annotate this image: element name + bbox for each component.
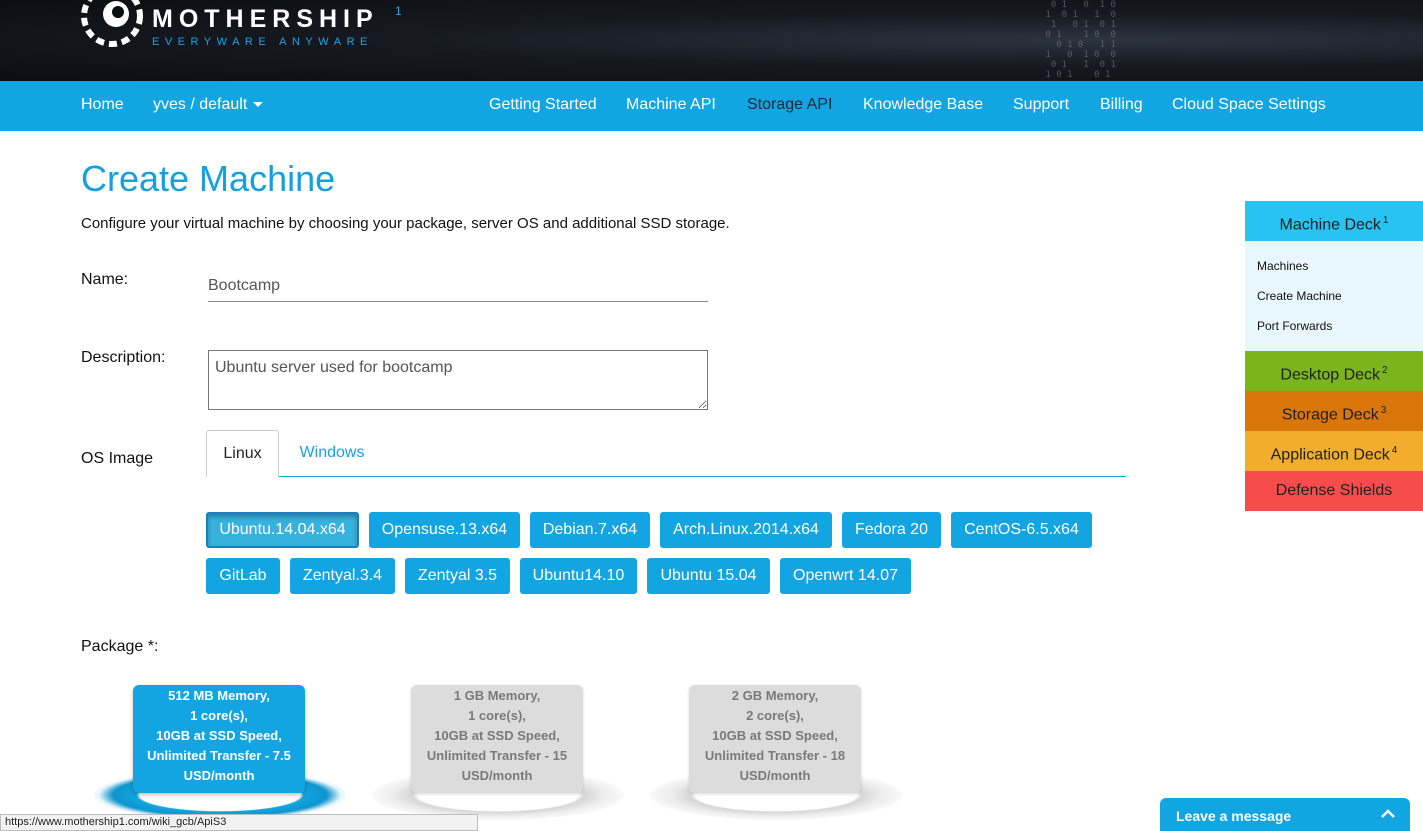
- brand-superscript: 1: [395, 4, 402, 18]
- header-banner: MOTHERSHIP 1 EVERYWARE ANYWARE 0 1 0 1 0…: [0, 0, 1423, 81]
- os-image-label: OS Image: [81, 450, 154, 467]
- description-label: Description:: [81, 349, 166, 366]
- brand-tagline: EVERYWARE ANYWARE: [152, 36, 373, 48]
- os-button-ubuntu-14-10[interactable]: Ubuntu14.10: [520, 558, 637, 594]
- os-button-zentyal-3-5[interactable]: Zentyal 3.5: [405, 558, 510, 594]
- package-label: Package *:: [81, 638, 159, 655]
- package-line: 2 GB Memory,: [731, 688, 819, 703]
- os-button-ubuntu-14-04[interactable]: Ubuntu.14.04.x64: [206, 512, 359, 548]
- package-line: 10GB at SSD Speed,: [712, 728, 838, 743]
- nav-support[interactable]: Support: [1013, 96, 1069, 114]
- os-button-opensuse-13[interactable]: Opensuse.13.x64: [369, 512, 520, 548]
- deck-label: Desktop Deck: [1280, 366, 1381, 384]
- nav-account-dropdown[interactable]: yves / default: [153, 96, 264, 114]
- nav-home[interactable]: Home: [81, 96, 124, 114]
- browser-status-url: https://www.mothership1.com/wiki_gcb/Api…: [0, 814, 478, 831]
- deck-defense-shields[interactable]: Defense Shields: [1245, 471, 1423, 511]
- package-line: 2 core(s),: [746, 708, 804, 723]
- os-button-centos-6-5[interactable]: CentOS-6.5.x64: [951, 512, 1092, 548]
- os-button-fedora-20[interactable]: Fedora 20: [842, 512, 941, 548]
- deck-machine[interactable]: Machine Deck 1: [1245, 201, 1423, 241]
- package-line: Unlimited Transfer - 18: [704, 748, 846, 763]
- package-line: 1 core(s),: [190, 708, 248, 723]
- deck-label: Machine Deck: [1279, 216, 1381, 234]
- package-line: Unlimited Transfer - 7.5: [147, 748, 291, 763]
- os-button-debian-7[interactable]: Debian.7.x64: [530, 512, 650, 548]
- nav-billing[interactable]: Billing: [1100, 96, 1143, 114]
- package-line: 10GB at SSD Speed,: [434, 728, 560, 743]
- package-card-1gb[interactable]: 1 GB Memory, 1 core(s), 10GB at SSD Spee…: [411, 685, 583, 793]
- deck-application[interactable]: Application Deck 4: [1245, 431, 1423, 471]
- deck-number: 3: [1380, 405, 1387, 416]
- leave-message-widget[interactable]: Leave a message: [1160, 798, 1410, 831]
- nav-knowledge-base[interactable]: Knowledge Base: [863, 96, 983, 114]
- nav-storage-api[interactable]: Storage API: [747, 96, 832, 114]
- package-line: 512 MB Memory,: [168, 688, 270, 703]
- deck-storage[interactable]: Storage Deck 3: [1245, 391, 1423, 431]
- chat-label: Leave a message: [1176, 808, 1292, 824]
- account-label: yves / default: [153, 96, 248, 113]
- main-navbar: Home yves / default Getting Started Mach…: [0, 81, 1423, 131]
- deck-desktop[interactable]: Desktop Deck 2: [1245, 351, 1423, 391]
- package-card-512mb[interactable]: 512 MB Memory, 1 core(s), 10GB at SSD Sp…: [133, 685, 305, 793]
- deck-link-port-forwards[interactable]: Port Forwards: [1257, 319, 1332, 333]
- os-button-gitlab[interactable]: GitLab: [206, 558, 280, 594]
- deck-number: 1: [1382, 215, 1389, 226]
- nav-getting-started[interactable]: Getting Started: [489, 96, 597, 114]
- deck-label: Defense Shields: [1275, 482, 1393, 499]
- name-input[interactable]: [208, 270, 708, 302]
- package-line: 1 GB Memory,: [453, 688, 541, 703]
- package-line: USD/month: [461, 768, 533, 783]
- os-button-ubuntu-15-04[interactable]: Ubuntu 15.04: [647, 558, 770, 594]
- nav-machine-api[interactable]: Machine API: [626, 96, 716, 114]
- binary-decoration: 0 1 0 1 0 1 0 1 1 0 1 0 1 0 1 0 1 1 0 0 …: [1045, 0, 1116, 80]
- deck-number: 2: [1382, 365, 1388, 376]
- page-description: Configure your virtual machine by choosi…: [81, 215, 730, 232]
- package-line: 10GB at SSD Speed,: [156, 728, 282, 743]
- package-line: USD/month: [739, 768, 811, 783]
- brand-name: MOTHERSHIP: [152, 5, 379, 33]
- deck-label: Storage Deck: [1281, 406, 1379, 424]
- deck-link-create-machine[interactable]: Create Machine: [1257, 289, 1342, 303]
- os-button-arch-linux[interactable]: Arch.Linux.2014.x64: [660, 512, 832, 548]
- machine-deck-submenu: Machines Create Machine Port Forwards: [1245, 241, 1423, 351]
- deck-label: Application Deck: [1270, 446, 1390, 464]
- package-line: 1 core(s),: [468, 708, 526, 723]
- tab-linux[interactable]: Linux: [206, 430, 279, 477]
- name-label: Name:: [81, 271, 129, 288]
- nav-cloud-space-settings[interactable]: Cloud Space Settings: [1172, 96, 1326, 114]
- chevron-up-icon[interactable]: [1380, 806, 1396, 822]
- deck-number: 4: [1391, 445, 1398, 456]
- caret-down-icon: [253, 102, 264, 108]
- description-textarea[interactable]: Ubuntu server used for bootcamp: [208, 350, 708, 410]
- deck-link-machines[interactable]: Machines: [1257, 259, 1308, 273]
- mothership-logo-icon: [81, 0, 143, 47]
- package-card-2gb[interactable]: 2 GB Memory, 2 core(s), 10GB at SSD Spee…: [689, 685, 861, 793]
- tab-windows[interactable]: Windows: [280, 430, 384, 477]
- page-title: Create Machine: [81, 158, 336, 199]
- package-line: USD/month: [183, 768, 255, 783]
- package-line: Unlimited Transfer - 15: [426, 748, 568, 763]
- os-button-openwrt-14-07[interactable]: Openwrt 14.07: [780, 558, 911, 594]
- os-button-zentyal-3-4[interactable]: Zentyal.3.4: [290, 558, 395, 594]
